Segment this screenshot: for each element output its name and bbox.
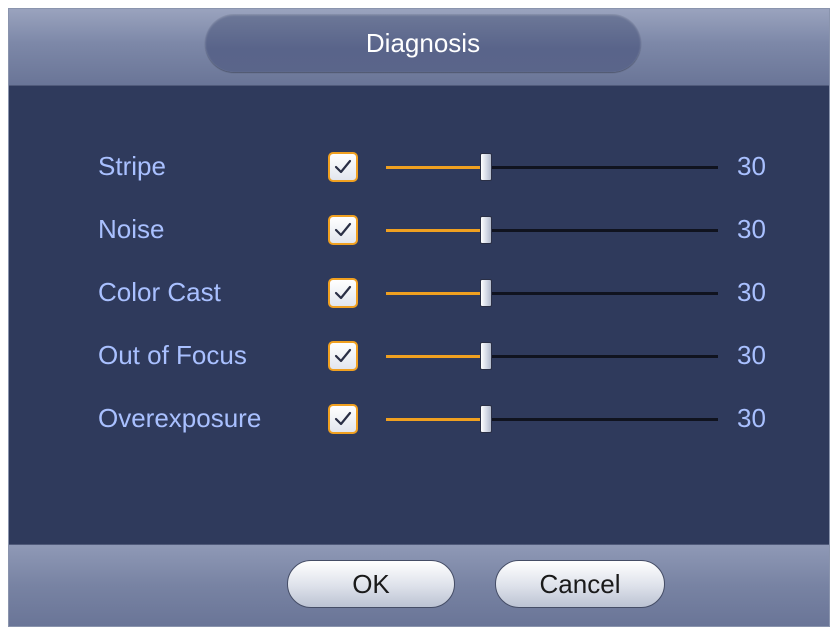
overexposure-checkbox[interactable] xyxy=(328,404,358,434)
noise-checkbox[interactable] xyxy=(328,215,358,245)
row-value: 30 xyxy=(737,151,766,181)
diagnosis-settings: Stripe 30 Noise 30 Color Cast 30 Out of … xyxy=(9,86,829,546)
diagnosis-dialog: Diagnosis Stripe 30 Noise 30 Color Cast … xyxy=(8,8,830,627)
diagnosis-row-overexposure: Overexposure 30 xyxy=(9,399,829,439)
row-label: Overexposure xyxy=(98,403,262,433)
row-label: Color Cast xyxy=(98,277,221,307)
slider-fill xyxy=(386,292,486,295)
stripe-slider[interactable] xyxy=(386,153,718,181)
diagnosis-row-noise: Noise 30 xyxy=(9,210,829,250)
slider-fill xyxy=(386,418,486,421)
checkmark-icon xyxy=(334,222,352,237)
diagnosis-row-color-cast: Color Cast 30 xyxy=(9,273,829,313)
slider-thumb[interactable] xyxy=(479,342,492,370)
slider-fill xyxy=(386,229,486,232)
row-value: 30 xyxy=(737,214,766,244)
slider-thumb[interactable] xyxy=(479,279,492,307)
slider-thumb[interactable] xyxy=(479,153,492,181)
button-bar: OK Cancel xyxy=(9,544,829,626)
row-label: Stripe xyxy=(98,151,166,181)
diagnosis-row-out-of-focus: Out of Focus 30 xyxy=(9,336,829,376)
title-bar: Diagnosis xyxy=(9,9,829,86)
ok-button[interactable]: OK xyxy=(287,560,455,608)
checkmark-icon xyxy=(334,285,352,300)
overexposure-slider[interactable] xyxy=(386,405,718,433)
row-value: 30 xyxy=(737,340,766,370)
color-cast-checkbox[interactable] xyxy=(328,278,358,308)
out-of-focus-slider[interactable] xyxy=(386,342,718,370)
stripe-checkbox[interactable] xyxy=(328,152,358,182)
out-of-focus-checkbox[interactable] xyxy=(328,341,358,371)
color-cast-slider[interactable] xyxy=(386,279,718,307)
row-value: 30 xyxy=(737,403,766,433)
slider-fill xyxy=(386,166,486,169)
dialog-title: Diagnosis xyxy=(205,14,641,72)
checkmark-icon xyxy=(334,159,352,174)
noise-slider[interactable] xyxy=(386,216,718,244)
slider-fill xyxy=(386,355,486,358)
slider-thumb[interactable] xyxy=(479,216,492,244)
cancel-button[interactable]: Cancel xyxy=(495,560,665,608)
diagnosis-row-stripe: Stripe 30 xyxy=(9,147,829,187)
row-label: Out of Focus xyxy=(98,340,247,370)
row-value: 30 xyxy=(737,277,766,307)
checkmark-icon xyxy=(334,411,352,426)
checkmark-icon xyxy=(334,348,352,363)
row-label: Noise xyxy=(98,214,165,244)
slider-thumb[interactable] xyxy=(479,405,492,433)
